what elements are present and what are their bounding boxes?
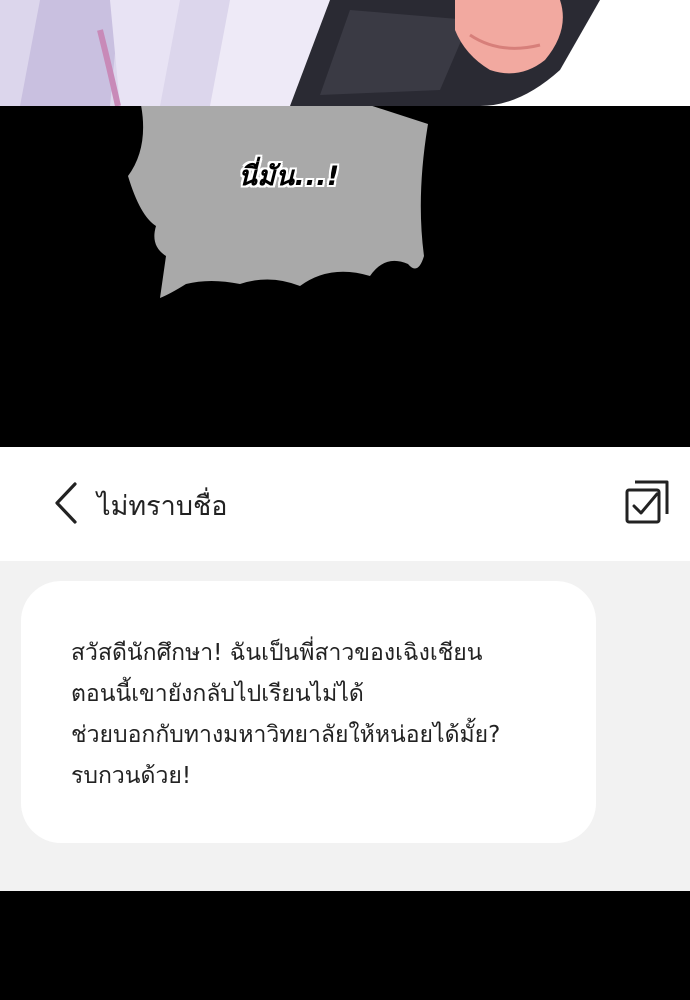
- checkbox-select-icon: [625, 480, 669, 524]
- chat-header: ไม่ทราบชื่อ: [0, 447, 690, 561]
- message-text: สวัสดีนักศึกษา! ฉันเป็นพี่สาวของเฉิงเชีย…: [71, 633, 581, 797]
- message-line: สวัสดีนักศึกษา! ฉันเป็นพี่สาวของเฉิงเชีย…: [71, 640, 483, 666]
- bottom-dark-panel: [0, 891, 690, 1000]
- chevron-left-icon: [55, 482, 77, 524]
- back-button[interactable]: [44, 477, 88, 529]
- comic-artwork-panel: [0, 0, 690, 106]
- select-button[interactable]: [620, 475, 674, 529]
- character-artwork: [0, 0, 690, 106]
- message-line: ช่วยบอกกับทางมหาวิทยาลัยให้หน่อยได้มั้ย?: [71, 722, 501, 748]
- message-line: ตอนนี้เขายังกลับไปเรียนไม่ได้: [71, 681, 364, 707]
- chat-body: สวัสดีนักศึกษา! ฉันเป็นพี่สาวของเฉิงเชีย…: [0, 561, 690, 891]
- message-bubble: สวัสดีนักศึกษา! ฉันเป็นพี่สาวของเฉิงเชีย…: [21, 581, 596, 843]
- dark-comic-panel: นี่มัน...!: [0, 106, 690, 447]
- speech-bubble-text: นี่มัน...!: [238, 161, 340, 192]
- contact-name: ไม่ทราบชื่อ: [97, 491, 228, 522]
- message-line: รบกวนด้วย!: [71, 763, 192, 789]
